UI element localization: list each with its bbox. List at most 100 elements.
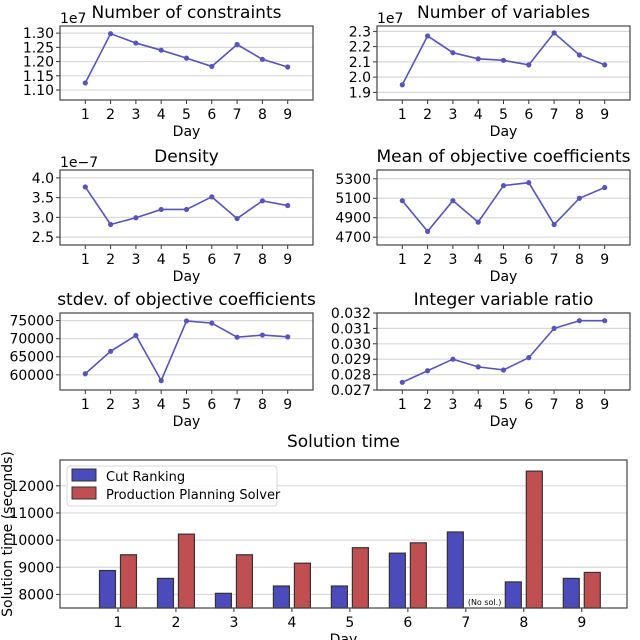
- x-tick-label: 2: [423, 252, 432, 268]
- x-tick-label: 6: [207, 397, 216, 413]
- x-axis-label: Day: [490, 269, 518, 285]
- bar-cut-ranking: [388, 552, 406, 609]
- x-tick-label: 5: [499, 252, 508, 268]
- x-tick-label: 2: [423, 107, 432, 123]
- x-axis-label: Day: [173, 414, 201, 430]
- data-point: [285, 202, 291, 209]
- x-tick-label: 5: [345, 615, 354, 631]
- x-tick-label: 9: [283, 397, 292, 413]
- panel-title: Integer variable ratio: [414, 290, 594, 310]
- x-tick-label: 1: [398, 397, 407, 413]
- y-tick-label: 2.3: [349, 24, 371, 40]
- y-tick-label: 1.30: [23, 26, 54, 42]
- legend-label-cut-ranking: Cut Ranking: [106, 470, 185, 485]
- axis-offset-label: 1e7: [60, 11, 86, 27]
- x-tick-label: 9: [283, 107, 292, 123]
- x-tick-label: 5: [499, 397, 508, 413]
- y-tick-label: 3.5: [32, 191, 54, 207]
- y-tick-label: 70000: [9, 332, 54, 348]
- x-tick-label: 9: [577, 615, 586, 631]
- data-point: [526, 355, 532, 361]
- y-tick-label: 0.032: [331, 306, 371, 322]
- x-tick-label: 3: [131, 397, 140, 413]
- x-tick-label: 1: [398, 252, 407, 268]
- data-point: [158, 47, 164, 53]
- bar-cut-ranking: [98, 569, 117, 609]
- x-tick-label: 7: [550, 252, 559, 268]
- bar-production-planning-solver: [177, 533, 196, 609]
- axes-background: [377, 313, 630, 390]
- x-tick-label: 3: [448, 252, 457, 268]
- x-tick-label: 5: [499, 107, 508, 123]
- data-point: [475, 364, 481, 370]
- y-axis-label: Solution time (seconds): [0, 451, 16, 617]
- x-tick-label: 3: [448, 107, 457, 123]
- x-tick-label: 6: [207, 107, 216, 123]
- x-tick-label: 8: [575, 397, 584, 413]
- data-point: [259, 332, 265, 338]
- x-tick-label: 7: [233, 107, 242, 123]
- x-tick-label: 5: [182, 397, 191, 413]
- x-tick-label: 6: [524, 397, 533, 413]
- y-tick-label: 4900: [335, 211, 371, 227]
- panel-title: Number of variables: [417, 3, 590, 23]
- x-tick-label: 7: [550, 397, 559, 413]
- y-tick-label: 75000: [9, 314, 54, 330]
- data-point: [500, 57, 507, 63]
- x-tick-label: 2: [106, 397, 115, 413]
- bar-production-planning-solver: [351, 547, 369, 609]
- bar-production-planning-solver: [235, 554, 254, 609]
- data-point: [158, 206, 164, 213]
- x-tick-label: 8: [575, 107, 584, 123]
- no-solution-annotation: (No sol.): [468, 598, 502, 607]
- data-point: [551, 325, 557, 331]
- x-tick-label: 1: [81, 107, 90, 123]
- data-point: [209, 63, 215, 70]
- data-point: [425, 368, 431, 374]
- y-tick-label: 0.027: [331, 383, 371, 399]
- data-point: [551, 221, 557, 228]
- bar-cut-ranking: [330, 585, 348, 609]
- data-point: [285, 334, 291, 340]
- data-point: [399, 198, 405, 204]
- data-point: [183, 55, 190, 61]
- x-tick-label: 3: [448, 397, 457, 413]
- data-point: [576, 318, 583, 324]
- x-tick-label: 4: [157, 107, 166, 123]
- x-tick-label: 7: [233, 252, 242, 268]
- x-tick-label: 2: [106, 107, 115, 123]
- y-tick-label: 11000: [9, 506, 54, 522]
- axis-offset-label: 1e7: [377, 11, 403, 27]
- bar-cut-ranking: [562, 577, 580, 609]
- data-point: [500, 367, 507, 373]
- x-tick-label: 4: [474, 252, 483, 268]
- y-tick-label: 1.9: [349, 85, 371, 101]
- bar-cut-ranking: [504, 581, 522, 609]
- x-tick-label: 9: [600, 397, 609, 413]
- data-point: [259, 56, 265, 62]
- x-tick-label: 2: [106, 252, 115, 268]
- data-point: [133, 332, 139, 339]
- y-tick-label: 60000: [9, 368, 54, 384]
- data-point: [450, 50, 456, 56]
- y-tick-label: 1.25: [23, 40, 54, 56]
- axes-background: [377, 26, 630, 100]
- data-point: [425, 228, 431, 234]
- data-point: [209, 194, 215, 200]
- axis-offset-label: 1e−7: [60, 155, 98, 171]
- x-tick-label: 1: [398, 107, 407, 123]
- y-tick-label: 65000: [9, 350, 54, 366]
- x-tick-label: 2: [423, 397, 432, 413]
- x-tick-label: 1: [114, 615, 123, 631]
- y-tick-label: 1.15: [23, 69, 54, 85]
- y-tick-label: 2.1: [349, 55, 371, 71]
- x-tick-label: 6: [207, 252, 216, 268]
- y-tick-label: 0.031: [331, 321, 371, 337]
- data-point: [450, 356, 456, 362]
- x-tick-label: 7: [233, 397, 242, 413]
- x-tick-label: 6: [403, 615, 412, 631]
- y-tick-label: 3.0: [32, 210, 54, 226]
- y-tick-label: 1.20: [23, 55, 54, 71]
- data-point: [425, 33, 431, 39]
- panel-title: stdev. of objective coefficients: [57, 290, 316, 310]
